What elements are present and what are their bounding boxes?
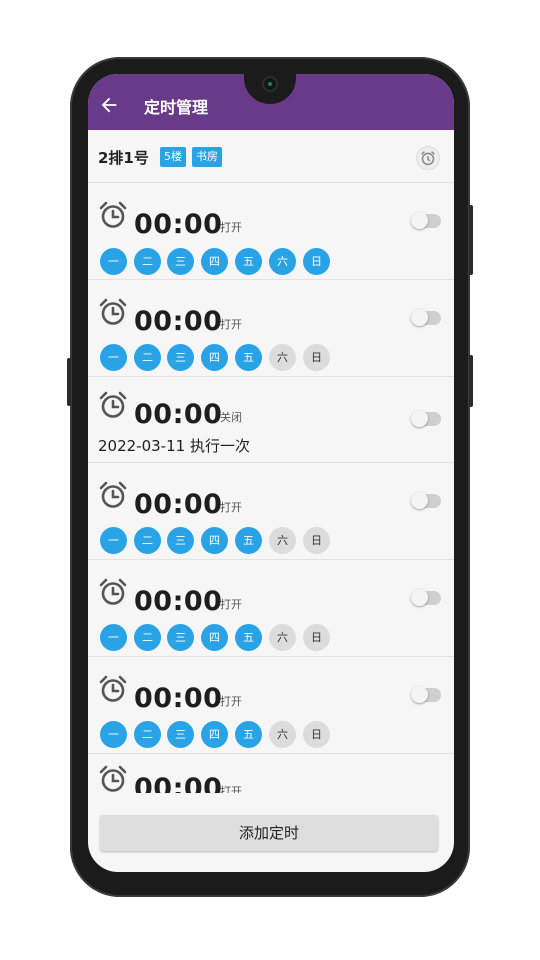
alarm-clock-icon <box>99 675 127 702</box>
timer-time: 00:00 <box>134 209 223 240</box>
day-wed[interactable]: 三 <box>167 527 194 554</box>
day-sun[interactable]: 日 <box>303 624 330 651</box>
timer-toggle[interactable] <box>411 410 441 427</box>
timer-toggle[interactable] <box>411 212 441 229</box>
day-tue[interactable]: 二 <box>134 624 161 651</box>
device-info-row: 2排1号 5楼 书房 <box>88 130 454 183</box>
timer-item[interactable]: 00:00 打开 <box>88 754 454 793</box>
day-sat[interactable]: 六 <box>269 248 296 275</box>
floor-tag: 5楼 <box>160 147 186 167</box>
timer-time: 00:00 <box>134 306 223 337</box>
day-thu[interactable]: 四 <box>201 624 228 651</box>
day-sun[interactable]: 日 <box>303 527 330 554</box>
timer-action: 打开 <box>220 318 242 331</box>
day-wed[interactable]: 三 <box>167 248 194 275</box>
day-mon[interactable]: 一 <box>100 248 127 275</box>
timer-time: 00:00 <box>134 399 223 430</box>
arrow-left-icon[interactable] <box>98 94 120 116</box>
alarm-clock-icon <box>99 201 127 228</box>
day-wed[interactable]: 三 <box>167 624 194 651</box>
day-tue[interactable]: 二 <box>134 248 161 275</box>
day-wed[interactable]: 三 <box>167 721 194 748</box>
alarm-clock-icon <box>99 765 127 792</box>
day-thu[interactable]: 四 <box>201 527 228 554</box>
day-sat[interactable]: 六 <box>269 527 296 554</box>
timer-item[interactable]: 00:00 打开 一 二 三 四 五 六 日 <box>88 657 454 754</box>
day-mon[interactable]: 一 <box>100 527 127 554</box>
timer-action: 打开 <box>220 785 242 793</box>
phone-volume-button <box>469 205 473 275</box>
timer-toggle[interactable] <box>411 492 441 509</box>
timer-item[interactable]: 00:00 打开 一 二 三 四 五 六 日 <box>88 183 454 280</box>
device-name: 2排1号 <box>98 149 149 167</box>
timer-time: 00:00 <box>134 489 223 520</box>
day-tue[interactable]: 二 <box>134 721 161 748</box>
timer-action: 打开 <box>220 695 242 708</box>
day-sat[interactable]: 六 <box>269 344 296 371</box>
alarm-clock-icon <box>99 391 127 418</box>
day-tue[interactable]: 二 <box>134 527 161 554</box>
day-mon[interactable]: 一 <box>100 624 127 651</box>
alarm-clock-icon <box>99 578 127 605</box>
timer-item[interactable]: 00:00 打开 一 二 三 四 五 六 日 <box>88 280 454 377</box>
day-sat[interactable]: 六 <box>269 624 296 651</box>
timer-action: 打开 <box>220 598 242 611</box>
alarm-clock-icon <box>99 481 127 508</box>
day-thu[interactable]: 四 <box>201 344 228 371</box>
timer-action: 关闭 <box>220 411 242 424</box>
day-tue[interactable]: 二 <box>134 344 161 371</box>
timer-list[interactable]: 00:00 打开 一 二 三 四 五 六 日 00:00 打开 一 二 三 四 … <box>88 183 454 793</box>
alarm-clock-icon[interactable] <box>416 146 440 170</box>
day-mon[interactable]: 一 <box>100 721 127 748</box>
timer-toggle[interactable] <box>411 686 441 703</box>
timer-time: 00:00 <box>134 586 223 617</box>
add-timer-button[interactable]: 添加定时 <box>100 815 438 851</box>
day-fri[interactable]: 五 <box>235 721 262 748</box>
once-schedule: 2022-03-11 执行一次 <box>98 437 250 455</box>
day-fri[interactable]: 五 <box>235 248 262 275</box>
day-mon[interactable]: 一 <box>100 344 127 371</box>
phone-screen: 定时管理 2排1号 5楼 书房 00:00 打开 一 二 三 四 五 六 日 0… <box>88 74 454 872</box>
day-sun[interactable]: 日 <box>303 248 330 275</box>
day-sun[interactable]: 日 <box>303 721 330 748</box>
timer-item[interactable]: 00:00 打开 一 二 三 四 五 六 日 <box>88 560 454 657</box>
timer-action: 打开 <box>220 501 242 514</box>
timer-time: 00:00 <box>134 683 223 714</box>
day-thu[interactable]: 四 <box>201 248 228 275</box>
timer-time: 00:00 <box>134 773 223 793</box>
page-title: 定时管理 <box>144 98 209 117</box>
day-sun[interactable]: 日 <box>303 344 330 371</box>
timer-toggle[interactable] <box>411 309 441 326</box>
day-thu[interactable]: 四 <box>201 721 228 748</box>
room-tag: 书房 <box>192 147 222 167</box>
phone-side-button <box>67 358 71 406</box>
camera-icon <box>264 78 276 90</box>
day-fri[interactable]: 五 <box>235 344 262 371</box>
timer-item[interactable]: 00:00 关闭 2022-03-11 执行一次 <box>88 377 454 463</box>
day-wed[interactable]: 三 <box>167 344 194 371</box>
timer-action: 打开 <box>220 221 242 234</box>
day-fri[interactable]: 五 <box>235 527 262 554</box>
day-sat[interactable]: 六 <box>269 721 296 748</box>
timer-item[interactable]: 00:00 打开 一 二 三 四 五 六 日 <box>88 463 454 560</box>
phone-power-button <box>469 355 473 407</box>
timer-toggle[interactable] <box>411 589 441 606</box>
alarm-clock-icon <box>99 298 127 325</box>
day-fri[interactable]: 五 <box>235 624 262 651</box>
